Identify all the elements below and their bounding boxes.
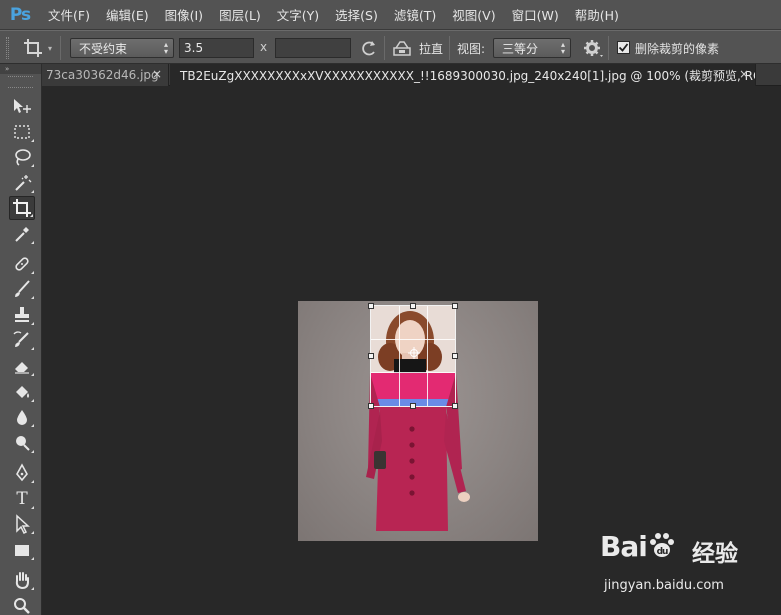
menu-filter[interactable]: 滤镜(T)	[386, 0, 444, 30]
crop-preset-icon[interactable]	[22, 37, 44, 59]
crop-height-input[interactable]	[275, 38, 351, 58]
path-selection-tool-icon[interactable]	[9, 512, 35, 536]
preset-dropdown-arrow-icon[interactable]: ▾	[48, 44, 52, 53]
crop-width-input[interactable]: 3.5	[179, 38, 254, 58]
select-arrows-icon: ▴ ▾	[560, 40, 565, 56]
crop-handle-bottom-left[interactable]	[368, 403, 374, 409]
tab-document-1[interactable]: 73ca30362d46.jpg ×	[42, 64, 169, 86]
menu-image[interactable]: 图像(I)	[157, 0, 211, 30]
blur-tool-icon[interactable]	[9, 405, 35, 429]
options-separator	[384, 36, 385, 60]
crop-grid-line	[427, 306, 428, 406]
menu-window[interactable]: 窗口(W)	[504, 0, 567, 30]
crop-grid-line	[371, 372, 455, 373]
menu-file[interactable]: 文件(F)	[40, 0, 98, 30]
rectangle-tool-icon[interactable]	[9, 538, 35, 562]
swap-dimensions-icon[interactable]	[359, 37, 379, 62]
baidu-jingyan-watermark: Bai du 经验 jingyan.baidu.com	[600, 530, 770, 600]
crop-handle-top[interactable]	[410, 303, 416, 309]
move-tool-icon[interactable]	[9, 94, 35, 118]
crop-handle-bottom-right[interactable]	[452, 403, 458, 409]
options-bar: ▾ 不受约束 ▴ ▾ 3.5 x 拉直 视图: 三等分 ▴ ▾ 删除裁剪的像素	[0, 30, 781, 64]
brush-tool-icon[interactable]	[9, 277, 35, 301]
ratio-select-value: 不受约束	[79, 41, 128, 56]
view-overlay-value: 三等分	[502, 41, 539, 56]
lasso-tool-icon[interactable]	[9, 145, 35, 169]
tab-document-2[interactable]: TB2EuZgXXXXXXXXxXVXXXXXXXXXXX_!!16893000…	[170, 64, 756, 86]
dimension-separator: x	[260, 40, 268, 54]
gear-icon[interactable]	[582, 37, 604, 62]
options-separator	[60, 36, 61, 60]
hand-tool-icon[interactable]	[9, 568, 35, 592]
clone-stamp-tool-icon[interactable]	[9, 303, 35, 327]
crop-handle-right[interactable]	[452, 353, 458, 359]
menu-layer[interactable]: 图层(L)	[211, 0, 269, 30]
tab-label: 73ca30362d46.jpg	[46, 68, 159, 82]
options-separator	[608, 36, 609, 60]
watermark-url: jingyan.baidu.com	[604, 578, 724, 593]
paw-icon: du	[649, 533, 674, 557]
view-label: 视图:	[457, 42, 486, 56]
watermark-logo: Bai du	[600, 530, 677, 563]
view-overlay-select[interactable]: 三等分 ▴ ▾	[493, 38, 571, 58]
menu-view[interactable]: 视图(V)	[444, 0, 503, 30]
type-tool-glyph: T	[16, 489, 28, 509]
paw-text: du	[656, 547, 667, 557]
close-icon[interactable]: ×	[152, 67, 162, 81]
crop-handle-left[interactable]	[368, 353, 374, 359]
tools-panel: » T	[0, 64, 42, 615]
watermark-logo-text: Bai	[600, 530, 648, 563]
options-grip[interactable]	[6, 37, 9, 59]
crop-handle-top-right[interactable]	[452, 303, 458, 309]
zoom-tool-icon[interactable]	[9, 594, 35, 615]
straighten-icon[interactable]	[391, 37, 413, 62]
straighten-label[interactable]: 拉直	[419, 40, 443, 57]
menu-edit[interactable]: 编辑(E)	[98, 0, 157, 30]
crop-grid-line	[371, 339, 455, 340]
crop-tool-icon[interactable]	[9, 196, 35, 220]
crop-selection-box[interactable]	[368, 303, 458, 409]
watermark-cn: 经验	[692, 541, 738, 567]
menu-help[interactable]: 帮助(H)	[567, 0, 627, 30]
toolbox-collapse-icon[interactable]: »	[0, 64, 41, 74]
tab-label: TB2EuZgXXXXXXXXxXVXXXXXXXXXXX_!!16893000…	[180, 68, 756, 83]
dodge-tool-icon[interactable]	[9, 431, 35, 455]
delete-pixels-label[interactable]: 删除裁剪的像素	[635, 40, 719, 57]
crop-handle-top-left[interactable]	[368, 303, 374, 309]
ratio-select[interactable]: 不受约束 ▴ ▾	[70, 38, 174, 58]
eraser-tool-icon[interactable]	[9, 354, 35, 378]
type-tool-icon[interactable]: T	[9, 487, 35, 511]
rect-marquee-tool-icon[interactable]	[9, 120, 35, 144]
toolbox-grip[interactable]	[8, 76, 33, 88]
crop-center-icon	[408, 347, 420, 359]
menu-bar: Ps 文件(F) 编辑(E) 图像(I) 图层(L) 文字(Y) 选择(S) 滤…	[0, 0, 781, 30]
document-canvas[interactable]	[298, 301, 538, 541]
menu-type[interactable]: 文字(Y)	[269, 0, 327, 30]
close-icon[interactable]: ×	[739, 67, 749, 81]
document-tabs: 73ca30362d46.jpg × TB2EuZgXXXXXXXXxXVXXX…	[42, 64, 781, 86]
paint-bucket-tool-icon[interactable]	[9, 380, 35, 404]
photoshop-logo: Ps	[9, 4, 31, 25]
delete-pixels-checkbox[interactable]	[617, 41, 630, 54]
menu-select[interactable]: 选择(S)	[327, 0, 386, 30]
options-separator	[449, 36, 450, 60]
crop-handle-bottom[interactable]	[410, 403, 416, 409]
select-arrows-icon: ▴ ▾	[163, 40, 168, 56]
pen-tool-icon[interactable]	[9, 461, 35, 485]
magic-wand-tool-icon[interactable]	[9, 171, 35, 195]
healing-brush-tool-icon[interactable]	[9, 252, 35, 276]
eyedropper-tool-icon[interactable]	[9, 222, 35, 246]
crop-grid-line	[399, 306, 400, 406]
history-brush-tool-icon[interactable]	[9, 328, 35, 352]
